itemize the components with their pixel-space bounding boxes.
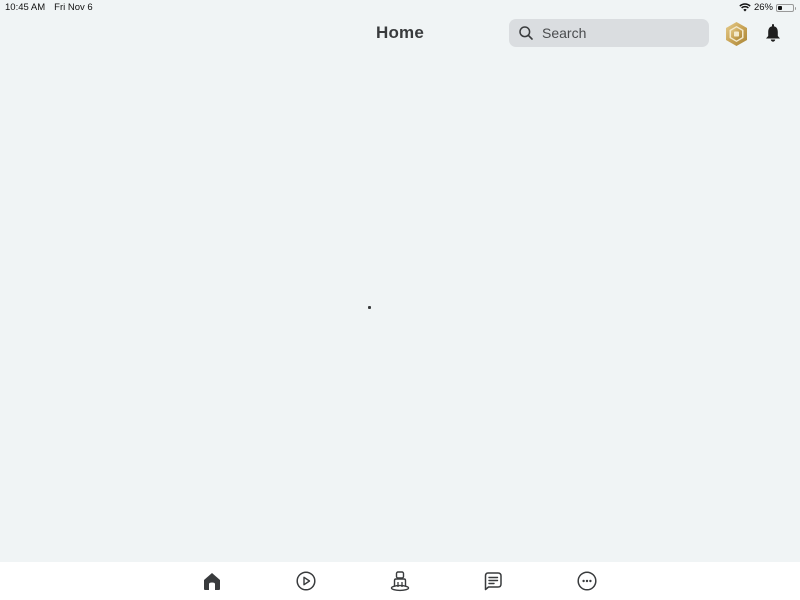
nav-home[interactable] (201, 570, 223, 592)
robux-icon[interactable] (724, 21, 749, 47)
bell-icon[interactable] (764, 23, 782, 43)
wifi-icon (739, 3, 751, 12)
status-date: Fri Nov 6 (54, 2, 93, 13)
battery-fill (778, 5, 782, 10)
status-right: 26% (739, 2, 796, 13)
bottom-navigation (0, 562, 800, 600)
nav-more[interactable] (576, 570, 598, 592)
status-left: 10:45 AM Fri Nov 6 (5, 2, 102, 13)
status-bar: 10:45 AM Fri Nov 6 26% (0, 0, 800, 16)
battery-icon (776, 3, 796, 12)
home-icon (204, 573, 220, 590)
play-icon (296, 571, 316, 591)
search-placeholder: Search (542, 25, 587, 41)
search-input[interactable]: Search (509, 19, 709, 47)
battery-percent: 26% (753, 2, 773, 13)
more-icon (577, 571, 597, 591)
nav-chat[interactable] (482, 570, 504, 592)
search-icon (519, 26, 533, 40)
chat-icon (484, 572, 502, 591)
nav-discover[interactable] (295, 570, 317, 592)
nav-avatar[interactable] (389, 570, 411, 592)
avatar-icon (390, 571, 410, 592)
loading-indicator (368, 306, 371, 309)
status-time: 10:45 AM (5, 2, 46, 13)
